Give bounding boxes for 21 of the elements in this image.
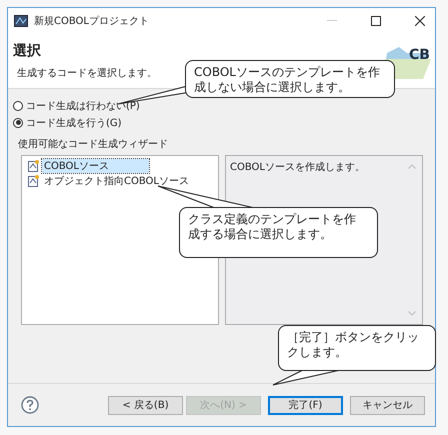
radio-label[interactable]: コード生成を行う(G) (26, 116, 122, 130)
file-icon (28, 174, 39, 186)
radio-button[interactable] (13, 100, 23, 110)
wizard-item[interactable]: オブジェクト指向COBOLソース (42, 174, 191, 188)
dialog-button[interactable]: 完了(F) (268, 396, 343, 414)
close-icon[interactable] (415, 16, 425, 26)
maximize-icon[interactable] (371, 16, 381, 26)
radio-label[interactable]: コード生成は行わない(P) (26, 98, 140, 112)
wizard-list-label: 使用可能なコード生成ウィザード (18, 138, 169, 151)
wizard-item[interactable]: COBOLソース (42, 158, 149, 172)
callout: COBOLソースのテンプレートを作成しない場合に選択します。 (185, 60, 395, 98)
page-title: 選択 (13, 42, 42, 60)
app-icon (14, 14, 28, 26)
help-icon[interactable] (21, 396, 39, 414)
radio-button[interactable] (13, 118, 23, 128)
file-icon (28, 160, 39, 172)
page-description: 生成するコードを選択します。 (16, 66, 157, 80)
dialog-button[interactable]: キャンセル (350, 396, 425, 414)
window-title: 新規COBOLプロジェクト (34, 14, 149, 28)
description-text: COBOLソースを作成します。 (230, 160, 365, 174)
dialog-button[interactable]: < 戻る(B) (108, 396, 183, 414)
